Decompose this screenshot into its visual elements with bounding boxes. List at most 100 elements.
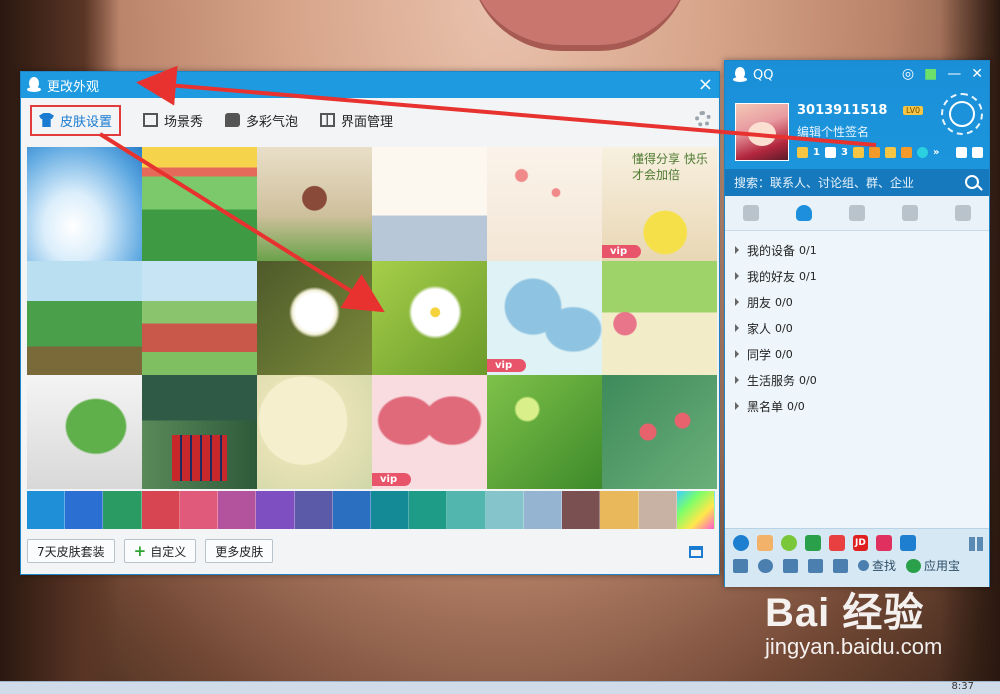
color-swatch[interactable] bbox=[370, 491, 410, 529]
app-manager-icon[interactable] bbox=[972, 147, 984, 158]
search-icon[interactable] bbox=[965, 175, 979, 189]
mailbox-icon[interactable] bbox=[899, 535, 916, 551]
menu-icon[interactable] bbox=[733, 558, 748, 573]
seven-day-skin-button[interactable]: 7天皮肤套装 bbox=[27, 539, 115, 563]
group-row[interactable]: 我的好友 0/1 bbox=[725, 263, 989, 289]
avatar[interactable] bbox=[735, 103, 789, 161]
group-row[interactable]: 黑名单 0/0 bbox=[725, 393, 989, 419]
color-swatch[interactable] bbox=[332, 491, 371, 529]
bookmark-icon[interactable] bbox=[833, 558, 848, 573]
chevron-right-icon bbox=[735, 376, 739, 384]
tab-favorites[interactable] bbox=[831, 196, 884, 230]
color-swatch[interactable] bbox=[27, 491, 66, 529]
color-swatch[interactable] bbox=[179, 491, 219, 529]
more-apps-icon[interactable]: » bbox=[933, 147, 939, 158]
app-grid-icon[interactable] bbox=[969, 537, 983, 551]
skin-tile-bow[interactable]: vip bbox=[487, 261, 602, 375]
star-icon[interactable] bbox=[797, 147, 808, 158]
close-icon[interactable]: × bbox=[698, 74, 713, 95]
window-mode-icon[interactable] bbox=[689, 546, 703, 558]
watermark-url: jingyan.baidu.com bbox=[765, 634, 943, 659]
guard-icon[interactable] bbox=[781, 535, 797, 551]
skin-tile-cup-flowers[interactable] bbox=[142, 375, 257, 489]
skin-tile-arch-garden[interactable] bbox=[257, 147, 372, 261]
cart-icon[interactable] bbox=[852, 147, 864, 158]
skin-tile-share-happy[interactable]: 懂得分享 快乐才会加倍 vip bbox=[602, 147, 717, 261]
color-swatch[interactable] bbox=[523, 491, 563, 529]
color-swatch[interactable] bbox=[65, 491, 104, 529]
skin-tile-green-sprout[interactable] bbox=[487, 375, 602, 489]
tab-contacts[interactable] bbox=[778, 196, 831, 230]
kid-icon[interactable] bbox=[757, 535, 773, 551]
medal-icon[interactable]: ◎ bbox=[902, 66, 914, 82]
color-swatch[interactable] bbox=[562, 491, 601, 529]
video-icon[interactable] bbox=[805, 535, 821, 551]
color-swatch[interactable] bbox=[218, 491, 257, 529]
folder-icon[interactable] bbox=[808, 558, 823, 573]
find-button[interactable]: 查找 bbox=[858, 557, 896, 574]
search-box[interactable]: 搜索：联系人、讨论组、群、企业 bbox=[725, 169, 989, 196]
stock-icon[interactable] bbox=[829, 535, 845, 551]
skin-window-titlebar[interactable]: 更改外观 × bbox=[21, 72, 719, 98]
app-store-button[interactable]: 应用宝 bbox=[906, 557, 960, 574]
skin-tile-sky[interactable] bbox=[27, 147, 142, 261]
color-swatch[interactable] bbox=[638, 491, 677, 529]
group-count: 0/0 bbox=[775, 321, 793, 335]
puzzle-icon[interactable] bbox=[900, 147, 912, 158]
lottery-icon[interactable] bbox=[875, 535, 892, 551]
skin-tile-blossom-branch[interactable] bbox=[487, 147, 602, 261]
level-badge[interactable]: LV0 bbox=[903, 106, 924, 115]
color-swatch[interactable] bbox=[294, 491, 333, 529]
color-swatch[interactable] bbox=[141, 491, 180, 529]
speaker-icon[interactable] bbox=[783, 558, 798, 573]
jd-icon[interactable]: JD bbox=[853, 535, 868, 551]
tab-bubbles[interactable]: 多彩气泡 bbox=[225, 111, 298, 130]
qq-titlebar[interactable]: QQ ◎ ■ — ✕ bbox=[725, 61, 989, 89]
shield-icon[interactable]: ■ bbox=[924, 66, 937, 82]
skin-tile-white-flower[interactable] bbox=[372, 261, 487, 375]
game-icon[interactable] bbox=[884, 147, 896, 158]
tshirt-icon[interactable] bbox=[956, 147, 968, 158]
color-swatch[interactable] bbox=[409, 491, 448, 529]
minimize-icon[interactable]: — bbox=[947, 66, 961, 82]
star-icon bbox=[848, 205, 865, 221]
more-skins-button[interactable]: 更多皮肤 bbox=[205, 539, 274, 563]
skin-tile-white-town[interactable] bbox=[372, 147, 487, 261]
color-swatch[interactable] bbox=[600, 491, 639, 529]
color-swatch[interactable] bbox=[447, 491, 486, 529]
browser-icon[interactable] bbox=[733, 535, 749, 551]
skin-tile-pink-flowers[interactable] bbox=[602, 375, 717, 489]
signature-field[interactable]: 编辑个性签名 bbox=[797, 123, 869, 140]
skin-tile-window-roses[interactable] bbox=[602, 261, 717, 375]
tab-interface-manage[interactable]: 界面管理 bbox=[320, 111, 393, 130]
skin-tile-tree-bench[interactable] bbox=[27, 261, 142, 375]
search-input[interactable]: 搜索：联系人、讨论组、群、企业 bbox=[734, 174, 914, 191]
skin-tile-bird-branch[interactable] bbox=[257, 375, 372, 489]
skin-tile-track[interactable] bbox=[142, 261, 257, 375]
skin-tile-white-blossom[interactable] bbox=[257, 261, 372, 375]
gear-icon[interactable] bbox=[695, 111, 711, 127]
group-row[interactable]: 同学 0/0 bbox=[725, 341, 989, 367]
color-swatch[interactable] bbox=[676, 491, 715, 529]
skin-tile-heart-leaf[interactable] bbox=[27, 375, 142, 489]
custom-skin-button[interactable]: + 自定义 bbox=[123, 539, 197, 563]
settings-icon[interactable] bbox=[758, 558, 773, 573]
tab-scene-show[interactable]: 场景秀 bbox=[143, 111, 203, 130]
skin-tile-shop[interactable] bbox=[142, 147, 257, 261]
group-row[interactable]: 生活服务 0/0 bbox=[725, 367, 989, 393]
close-icon[interactable]: ✕ bbox=[971, 66, 983, 82]
group-row[interactable]: 我的设备 0/1 bbox=[725, 237, 989, 263]
mail-icon[interactable] bbox=[824, 147, 836, 158]
tab-skin-settings[interactable]: 皮肤设置 bbox=[30, 104, 122, 136]
group-row[interactable]: 朋友 0/0 bbox=[725, 289, 989, 315]
color-swatch[interactable] bbox=[103, 491, 142, 529]
color-swatch[interactable] bbox=[256, 491, 295, 529]
zone-icon[interactable] bbox=[916, 147, 928, 158]
tab-groups[interactable] bbox=[883, 196, 936, 230]
tab-devices[interactable] bbox=[936, 196, 989, 230]
tab-messages[interactable] bbox=[725, 196, 778, 230]
group-row[interactable]: 家人 0/0 bbox=[725, 315, 989, 341]
color-swatch[interactable] bbox=[485, 491, 524, 529]
skin-tile-butterfly[interactable]: vip bbox=[372, 375, 487, 489]
wallet-icon[interactable] bbox=[868, 147, 880, 158]
